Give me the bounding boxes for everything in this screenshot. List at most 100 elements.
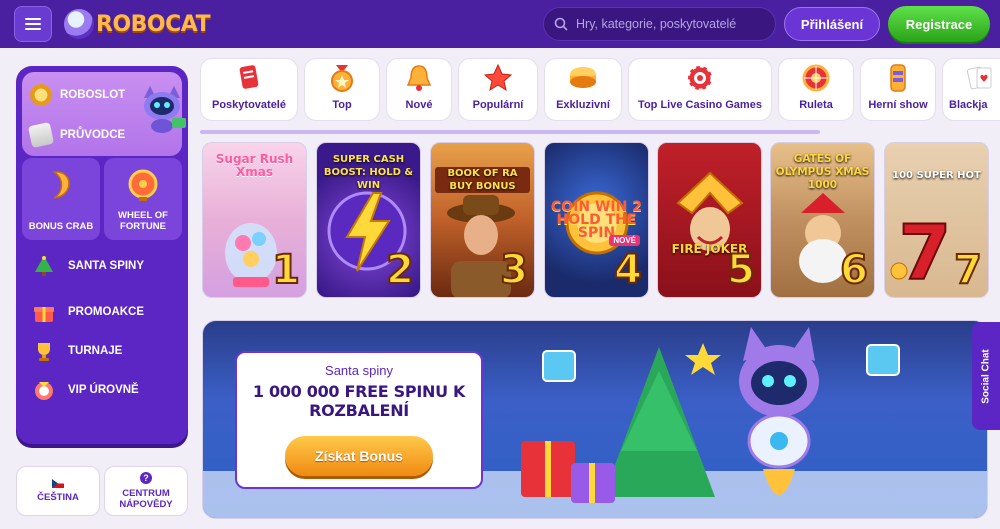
- game-rank: 3: [499, 246, 529, 294]
- search-bar[interactable]: [543, 7, 776, 41]
- providers-icon: [239, 65, 259, 89]
- roboslot-promo-panel: ROBOSLOT PRŮVODCE: [22, 72, 186, 156]
- category-label: Poskytovatelé: [212, 99, 286, 111]
- game-card[interactable]: COIN WIN 2 HOLD THE SPIN NOVÉ 4: [544, 142, 649, 298]
- help-question-icon: ?: [140, 472, 152, 484]
- game-title: SUPER CASH BOOST: HOLD & WIN: [323, 154, 414, 191]
- vip-icon: [32, 378, 56, 402]
- search-input[interactable]: [576, 17, 766, 31]
- game-rank: 1: [271, 246, 301, 294]
- category-strip: Poskytovatelé Top Nové Populární Exkluzi…: [200, 58, 1000, 122]
- category-scrollbar[interactable]: [200, 130, 820, 134]
- sidebar-item-label: PROMOAKCE: [68, 306, 145, 318]
- help-center-label: CENTRUM NÁPOVĚDY: [119, 488, 173, 510]
- sidebar-item-santa-spiny[interactable]: SANTA SPINY: [32, 254, 144, 278]
- chip-icon: [686, 64, 714, 92]
- category-popularni[interactable]: Populární: [458, 58, 538, 121]
- sidebar-item-label: SANTA SPINY: [68, 260, 145, 272]
- logo-text: ROBOCAT: [96, 11, 211, 37]
- category-label: Top: [332, 99, 352, 111]
- bonus-crab-label: BONUS CRAB: [28, 221, 94, 232]
- santa-spiny-banner[interactable]: Santa spiny 1 000 000 FREE SPINU K ROZBA…: [202, 320, 988, 519]
- category-label: Herní show: [868, 99, 928, 111]
- get-bonus-button[interactable]: Získat Bonus: [285, 436, 433, 476]
- bonus-crab-tile[interactable]: BONUS CRAB: [22, 158, 100, 240]
- fortune-wheel-icon: [128, 169, 158, 201]
- game-rank: 2: [385, 246, 415, 294]
- category-nove[interactable]: Nové: [386, 58, 452, 121]
- roulette-icon: [802, 64, 830, 92]
- category-exkluzivni[interactable]: Exkluzivní: [544, 58, 622, 121]
- robocat-logo-mascot-icon: [64, 9, 94, 39]
- sidebar-item-promoakce[interactable]: PROMOAKCE: [32, 300, 144, 324]
- czech-flag-icon: [52, 479, 64, 488]
- language-selector[interactable]: ČEŠTINA: [16, 466, 100, 516]
- diamond-icon: [570, 67, 596, 88]
- svg-text:7: 7: [899, 208, 952, 297]
- banner-subtitle: Santa spiny: [325, 363, 393, 378]
- hamburger-menu-icon[interactable]: [14, 6, 52, 42]
- category-blackjack[interactable]: ♥ Blackja: [942, 58, 1000, 121]
- trophy-icon: [32, 339, 56, 363]
- social-chat-label: Social Chat: [980, 348, 992, 404]
- login-button[interactable]: Přihlášení: [784, 7, 880, 41]
- star-icon: [483, 63, 513, 92]
- sidebar-item-turnaje[interactable]: TURNAJE: [32, 339, 122, 363]
- category-label: Populární: [472, 99, 524, 111]
- pruvodce-link[interactable]: PRŮVODCE: [27, 121, 126, 149]
- game-title: GATES OF OLYMPUS XMAS 1000: [775, 153, 870, 191]
- game-card[interactable]: 7 100 SUPER HOT 7: [884, 142, 989, 298]
- language-label: ČEŠTINA: [37, 492, 79, 503]
- game-card[interactable]: BOOK OF RA BUY BONUS 3: [430, 142, 535, 298]
- roboslot-link[interactable]: ROBOSLOT: [30, 84, 125, 106]
- top-medal-icon: [331, 65, 353, 92]
- banner-promo-card: Santa spiny 1 000 000 FREE SPINU K ROZBA…: [235, 351, 483, 489]
- game-show-icon: [890, 64, 906, 92]
- banner-title: 1 000 000 FREE SPINU K ROZBALENÍ: [252, 382, 466, 420]
- robocat-mascot-icon: [144, 86, 186, 133]
- game-rank: 4: [613, 246, 643, 294]
- category-herni-show[interactable]: Herní show: [860, 58, 936, 121]
- category-label: Ruleta: [799, 99, 833, 111]
- cards-icon: ♥: [966, 66, 992, 90]
- wheel-of-fortune-tile[interactable]: WHEEL OF FORTUNE: [104, 158, 182, 240]
- bell-icon: [406, 65, 432, 91]
- game-card[interactable]: SUPER CASH BOOST: HOLD & WIN 2: [316, 142, 421, 298]
- game-title: 100 SUPER HOT: [892, 170, 981, 181]
- category-label: Exkluzivní: [556, 99, 610, 111]
- help-center-button[interactable]: ? CENTRUM NÁPOVĚDY: [104, 466, 188, 516]
- social-chat-tab[interactable]: Social Chat: [972, 322, 1000, 430]
- pruvodce-label: PRŮVODCE: [60, 129, 126, 141]
- robocat-logo[interactable]: ROBOCAT: [64, 8, 211, 40]
- wheel-of-fortune-label: WHEEL OF FORTUNE: [118, 210, 168, 232]
- game-title: BOOK OF RA BUY BONUS: [435, 167, 530, 193]
- bonus-crab-icon: [51, 171, 70, 199]
- roboslot-label: ROBOSLOT: [60, 89, 126, 101]
- game-card[interactable]: GATES OF OLYMPUS XMAS 1000 6: [770, 142, 875, 298]
- category-ruleta[interactable]: Ruleta: [778, 58, 854, 121]
- game-rank: 5: [726, 246, 756, 294]
- game-rank: 6: [839, 246, 869, 294]
- new-badge: NOVÉ: [609, 235, 640, 246]
- register-button[interactable]: Registrace: [888, 6, 990, 42]
- category-poskytovatele[interactable]: Poskytovatelé: [200, 58, 298, 121]
- category-top[interactable]: Top: [304, 58, 380, 121]
- category-label: Nové: [405, 99, 433, 111]
- category-top-live-casino[interactable]: Top Live Casino Games: [628, 58, 772, 121]
- gift-icon: [32, 300, 56, 324]
- sidebar-item-label: VIP ÚROVNĚ: [68, 384, 139, 396]
- svg-text:♥: ♥: [980, 74, 989, 85]
- guide-ticket-icon: [27, 121, 55, 149]
- sidebar: ROBOSLOT PRŮVODCE BONUS CRAB WHEEL OF FO…: [16, 66, 188, 444]
- roboslot-coin-icon: [30, 84, 52, 106]
- game-card[interactable]: Sugar Rush Xmas 1: [202, 142, 307, 298]
- search-icon: [554, 17, 568, 31]
- sidebar-item-vip-urovne[interactable]: VIP ÚROVNĚ: [32, 378, 139, 402]
- game-card[interactable]: FIRE JOKER 5: [657, 142, 762, 298]
- game-title: Sugar Rush Xmas: [215, 152, 294, 179]
- category-label: Top Live Casino Games: [638, 99, 762, 111]
- christmas-tree-icon: [32, 254, 56, 278]
- game-rank: 7: [953, 246, 983, 294]
- category-label: Blackja: [949, 99, 988, 111]
- sidebar-item-label: TURNAJE: [68, 345, 123, 357]
